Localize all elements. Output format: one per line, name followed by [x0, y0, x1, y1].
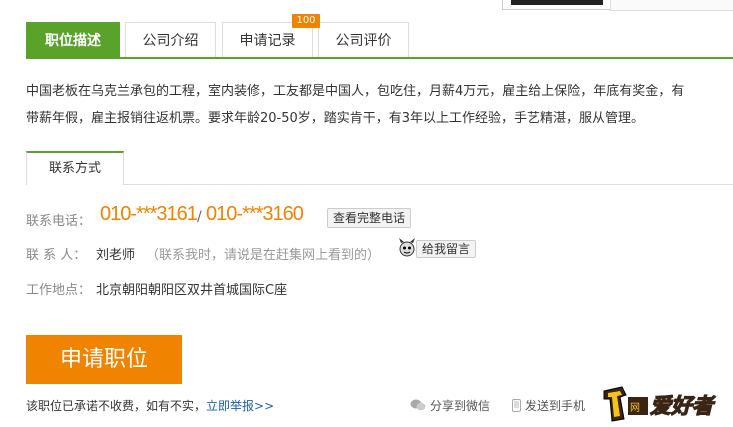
description-line-2: 带薪年假，雇主报销往返机票。要求年龄20-50岁，踏实肯干，有3年以上工作经验，…: [26, 111, 645, 126]
phone-number-2: 010-***3160: [206, 203, 304, 225]
apply-job-button[interactable]: 申请职位: [26, 335, 182, 384]
contact-divider: [123, 184, 733, 185]
message-mascot-icon: [398, 238, 416, 258]
phone-number-1: 010-***3161: [100, 203, 198, 225]
top-search-fragment: [502, 0, 733, 12]
no-fee-note-text: 该职位已承诺不收费，如有不实，: [26, 399, 207, 413]
tab-underline: [26, 57, 733, 59]
tab-company-reviews[interactable]: 公司评价: [318, 22, 409, 57]
top-light-block: [610, 0, 733, 11]
mobile-phone-icon: [512, 398, 521, 415]
work-address: 北京朝阳朝阳区双井首城国际C座: [96, 283, 288, 298]
report-link[interactable]: 立即举报>>: [206, 399, 274, 413]
leave-message-button[interactable]: 给我留言: [416, 240, 477, 258]
description-line-1: 中国老板在乌克兰承包的工程，室内装修，工友都是中国人，包吃住，月薪4万元，雇主给…: [26, 84, 685, 99]
wechat-icon: [410, 399, 426, 414]
send-to-phone-button[interactable]: 发送到手机: [512, 397, 585, 415]
share-wechat-button[interactable]: 分享到微信: [410, 397, 490, 414]
tab-contact-info[interactable]: 联系方式: [26, 151, 124, 185]
top-dark-block: [502, 0, 612, 10]
share-wechat-label: 分享到微信: [430, 399, 491, 413]
svg-text:网: 网: [630, 402, 640, 414]
phone-label: 联系电话：: [26, 214, 92, 229]
no-fee-note: 该职位已承诺不收费，如有不实，立即举报>>: [26, 397, 274, 414]
tab-bar: 职位描述 公司介绍 申请记录 公司评价 100: [26, 14, 733, 59]
contact-person-label: 联 系 人：: [26, 248, 87, 263]
job-description: 中国老板在乌克兰承包的工程，室内装修，工友都是中国人，包吃住，月薪4万元，雇主给…: [26, 78, 733, 132]
address-label: 工作地点：: [26, 283, 92, 298]
phone-separator: /: [197, 209, 202, 225]
send-to-phone-label: 发送到手机: [525, 399, 586, 413]
logo-text: 爱好者: [650, 394, 716, 418]
tab-company-intro[interactable]: 公司介绍: [125, 22, 216, 57]
view-full-phone-button[interactable]: 查看完整电话: [327, 208, 412, 228]
application-count-badge: 100: [292, 14, 320, 28]
contact-person-name: 刘老师: [96, 248, 136, 263]
tab-job-description[interactable]: 职位描述: [26, 22, 120, 59]
contact-hint: （联系我时，请说是在赶集网上看到的）: [146, 248, 381, 263]
watermark-logo: 网 爱好者: [600, 383, 733, 423]
